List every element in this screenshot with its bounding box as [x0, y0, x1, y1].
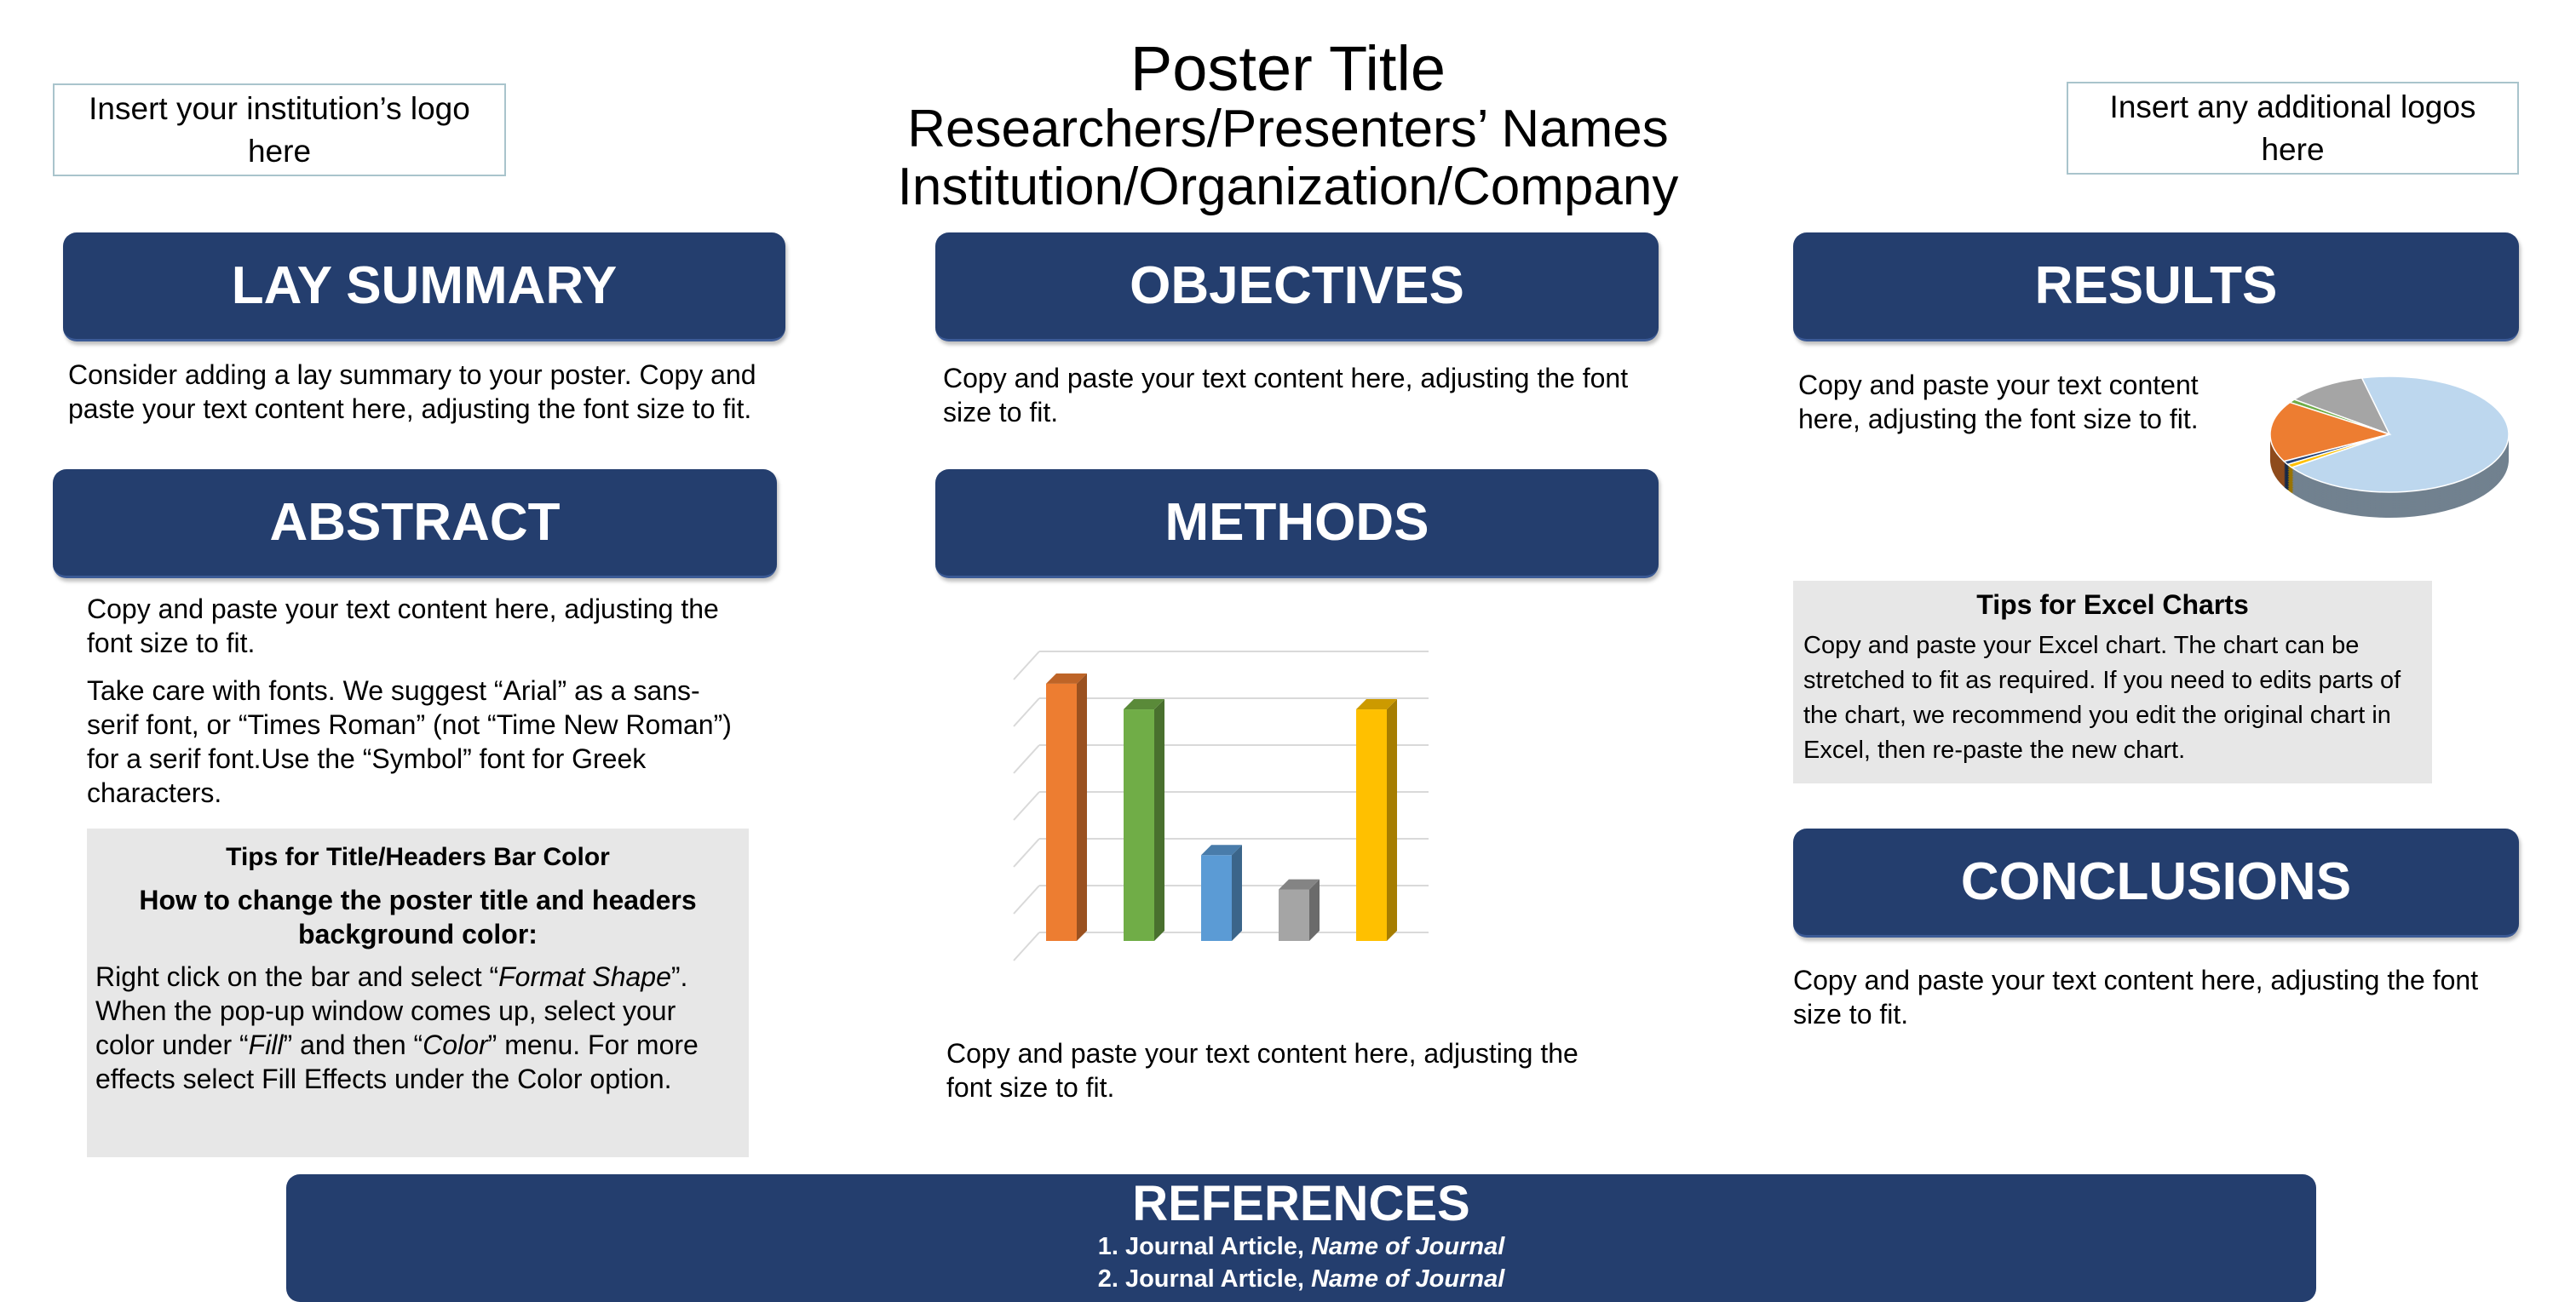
reference-number: 1.	[1097, 1233, 1118, 1260]
tips-text-italic: Fill	[248, 1030, 284, 1060]
bar	[1279, 889, 1309, 941]
gridline-depth	[1013, 838, 1040, 868]
methods-bar-chart	[1013, 651, 1429, 961]
tips-text-italic: Color	[423, 1030, 488, 1060]
bar	[1356, 709, 1387, 941]
tips-text-part: ” and then “	[283, 1030, 423, 1060]
abstract-paragraph: Take care with fonts. We suggest “Arial”…	[87, 675, 732, 808]
tips-subtitle: How to change the poster title and heade…	[139, 885, 697, 949]
bar	[1201, 855, 1232, 941]
reference-number: 2.	[1097, 1265, 1118, 1293]
objectives-header: OBJECTIVES	[935, 232, 1659, 341]
gridline-depth	[1013, 885, 1040, 915]
lay-summary-text: Consider adding a lay summary to your po…	[68, 359, 756, 424]
bar	[1124, 709, 1154, 941]
results-pie-chart	[2269, 376, 2510, 518]
gridline-depth	[1013, 697, 1040, 727]
gridline-depth	[1013, 744, 1040, 774]
bar-side	[1309, 879, 1320, 941]
conclusions-header: CONCLUSIONS	[1793, 829, 2519, 938]
bar	[1046, 683, 1077, 941]
reference-text: Journal Article,	[1124, 1233, 1312, 1260]
abstract-header: ABSTRACT	[53, 469, 777, 578]
tips-text: Right click on the bar and select “Forma…	[95, 960, 740, 1096]
references-header: REFERENCES	[1132, 1176, 1470, 1231]
reference-journal: Name of Journal	[1311, 1265, 1505, 1293]
tips-text-part: Right click on the bar and select “	[95, 961, 499, 992]
tips-title: Tips for Title/Headers Bar Color	[226, 843, 610, 871]
reference-journal: Name of Journal	[1311, 1233, 1505, 1260]
methods-text: Copy and paste your text content here, a…	[946, 1038, 1578, 1103]
bar-side	[1154, 699, 1164, 941]
gridline-depth	[1013, 932, 1040, 961]
results-header: RESULTS	[1793, 232, 2519, 341]
gridline-depth	[1013, 791, 1040, 821]
abstract-paragraph: Copy and paste your text content here, a…	[87, 594, 719, 658]
tips-header-color-box: Tips for Title/Headers Bar Color How to …	[87, 829, 749, 1157]
presenters-names: Researchers/Presenters’ Names	[907, 100, 1669, 158]
results-text: Copy and paste your text content here, a…	[1798, 370, 2199, 434]
lay-summary-header: LAY SUMMARY	[63, 232, 785, 341]
methods-header: METHODS	[935, 469, 1659, 578]
conclusions-text: Copy and paste your text content here, a…	[1793, 965, 2479, 1030]
references-bar: REFERENCES 1. Journal Article, Name of J…	[286, 1174, 2316, 1302]
reference-text: Journal Article,	[1124, 1265, 1312, 1293]
institution-name: Institution/Organization/Company	[897, 158, 1679, 216]
reference-item: 1. Journal Article, Name of Journal	[286, 1230, 2316, 1263]
bar-side	[1387, 699, 1397, 941]
objectives-text: Copy and paste your text content here, a…	[943, 363, 1629, 427]
tips-excel-charts-box: Tips for Excel Charts Copy and paste you…	[1793, 581, 2432, 783]
gridline-depth	[1013, 651, 1040, 680]
poster-title: Poster Title	[1130, 33, 1446, 104]
bar-side	[1232, 845, 1242, 941]
tips-title: Tips for Excel Charts	[1976, 589, 2249, 620]
abstract-body: Copy and paste your text content here, a…	[87, 592, 751, 823]
reference-item: 2. Journal Article, Name of Journal	[286, 1263, 2316, 1295]
tips-text: Copy and paste your Excel chart. The cha…	[1803, 632, 2401, 764]
bar-side	[1077, 673, 1087, 941]
tips-text-italic: Format Shape	[498, 961, 671, 992]
